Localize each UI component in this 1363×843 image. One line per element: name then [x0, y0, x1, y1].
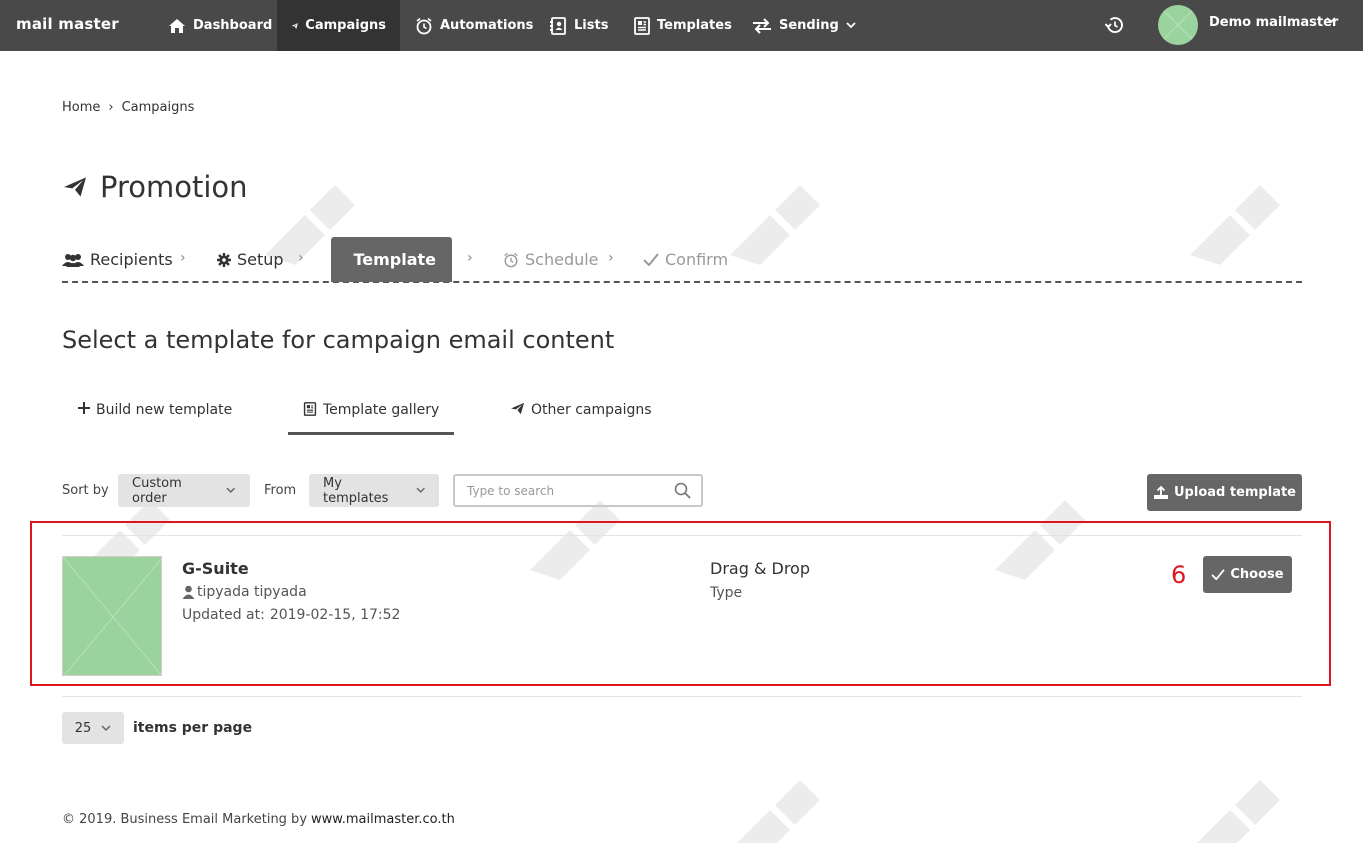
top-navbar: mail master Dashboard Campaigns Automati… — [0, 0, 1363, 51]
step-confirm[interactable]: Confirm — [643, 237, 728, 282]
tab-other-campaigns-label: Other campaigns — [531, 402, 652, 418]
gear-icon — [217, 252, 231, 267]
home-icon — [169, 18, 185, 33]
footer-link[interactable]: www.mailmaster.co.th — [311, 812, 455, 827]
campaign-steps: Recipients › Setup › Template › Schedule… — [62, 237, 1302, 283]
paper-plane-icon — [64, 177, 86, 197]
chevron-down-icon[interactable] — [1326, 17, 1336, 24]
paper-plane-icon — [511, 402, 524, 415]
tab-build-new-template-label: Build new template — [96, 402, 233, 418]
nav-templates[interactable]: Templates — [620, 0, 746, 51]
tab-template-gallery-label: Template gallery — [323, 402, 440, 418]
upload-icon — [1154, 485, 1168, 499]
page-title-text: Promotion — [100, 170, 248, 204]
section-title: Select a template for campaign email con… — [62, 326, 615, 354]
tab-template-gallery[interactable]: Template gallery — [288, 398, 454, 435]
chevron-down-icon — [101, 724, 111, 731]
plus-icon — [78, 402, 90, 414]
chevron-down-icon — [226, 487, 236, 493]
sort-dropdown-value: Custom order — [132, 475, 182, 506]
items-per-page-dropdown[interactable]: 25 — [62, 712, 124, 744]
nav-campaigns-label: Campaigns — [305, 18, 386, 33]
footer-text: © 2019. Business Email Marketing by — [62, 812, 308, 827]
nav-automations[interactable]: Automations — [401, 0, 547, 51]
step-setup[interactable]: Setup — [217, 237, 284, 282]
nav-templates-label: Templates — [657, 18, 732, 33]
chevron-down-icon — [846, 22, 856, 29]
contacts-book-icon — [550, 16, 566, 35]
step-separator: › — [180, 250, 186, 266]
from-dropdown-value: My templates — [323, 475, 389, 506]
sort-label: Sort by — [62, 483, 109, 498]
watermark-logo — [1197, 780, 1280, 843]
newspaper-icon — [303, 402, 317, 416]
step-confirm-label: Confirm — [665, 250, 729, 269]
step-template-label: Template — [353, 250, 436, 269]
items-per-page-value: 25 — [74, 720, 92, 736]
step-separator: › — [608, 250, 614, 266]
breadcrumb-home[interactable]: Home — [62, 100, 100, 115]
step-setup-label: Setup — [237, 250, 284, 269]
step-recipients-label: Recipients — [90, 250, 173, 269]
breadcrumb: Home › Campaigns — [62, 100, 194, 115]
upload-template-button[interactable]: Upload template — [1147, 474, 1302, 511]
row-divider — [62, 696, 1302, 697]
step-template[interactable]: Template — [331, 237, 452, 282]
avatar[interactable] — [1158, 5, 1198, 45]
search-icon[interactable] — [674, 482, 691, 499]
nav-dashboard[interactable]: Dashboard — [154, 0, 286, 51]
items-per-page-label: items per page — [133, 720, 253, 736]
tab-other-campaigns[interactable]: Other campaigns — [496, 398, 652, 435]
from-label: From — [264, 483, 297, 498]
footer: © 2019. Business Email Marketing by www.… — [62, 812, 455, 827]
paper-plane-icon — [291, 22, 298, 29]
app-logo[interactable]: mail master — [16, 15, 119, 33]
history-icon[interactable] — [1103, 15, 1125, 35]
step-separator: › — [298, 250, 304, 266]
upload-template-label: Upload template — [1174, 485, 1296, 500]
annotation-highlight-box — [30, 521, 1331, 686]
newspaper-icon — [634, 16, 650, 35]
search-box — [453, 474, 703, 507]
breadcrumb-separator: › — [108, 100, 114, 115]
from-dropdown[interactable]: My templates — [309, 474, 439, 507]
nav-lists-label: Lists — [574, 18, 609, 33]
tab-build-new-template[interactable]: Build new template — [64, 398, 246, 435]
exchange-arrows-icon — [753, 17, 771, 34]
nav-sending-label: Sending — [779, 18, 839, 33]
nav-sending[interactable]: Sending — [738, 0, 870, 51]
nav-automations-label: Automations — [440, 18, 534, 33]
watermark-logo — [737, 780, 820, 843]
users-icon — [62, 253, 84, 267]
user-name[interactable]: Demo mailmaster — [1209, 15, 1338, 30]
breadcrumb-current[interactable]: Campaigns — [122, 100, 195, 115]
page-title: Promotion — [62, 170, 248, 204]
chevron-down-icon — [416, 487, 425, 493]
step-separator: › — [467, 250, 473, 266]
check-icon — [643, 253, 659, 266]
search-input[interactable] — [467, 483, 657, 498]
step-schedule[interactable]: Schedule — [503, 237, 599, 282]
step-recipients[interactable]: Recipients — [62, 237, 173, 282]
sort-dropdown[interactable]: Custom order — [118, 474, 250, 507]
alarm-clock-icon — [416, 17, 432, 34]
alarm-clock-icon — [504, 252, 518, 267]
nav-lists[interactable]: Lists — [535, 0, 622, 51]
nav-campaigns[interactable]: Campaigns — [277, 0, 400, 51]
step-schedule-label: Schedule — [525, 250, 599, 269]
nav-dashboard-label: Dashboard — [193, 18, 273, 33]
